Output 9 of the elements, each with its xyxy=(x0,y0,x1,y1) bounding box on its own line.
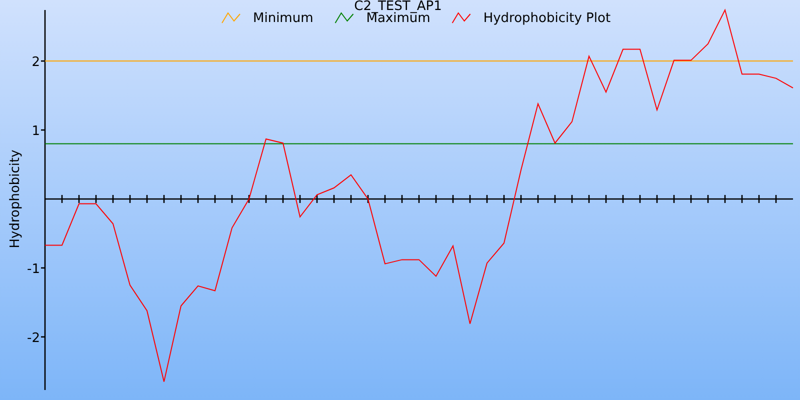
legend-label: Minimum xyxy=(253,11,314,26)
axis-tick-label: -1 xyxy=(27,262,40,277)
legend-label: Hydrophobicity Plot xyxy=(483,11,611,26)
axis-tick-label: 2 xyxy=(32,55,40,70)
axis-tick-label: 1 xyxy=(32,124,40,139)
chart-title: C2_TEST_AP1 xyxy=(354,0,442,14)
y-axis-title: Hydrophobicity xyxy=(8,150,23,248)
axis-tick-label: -2 xyxy=(27,330,40,346)
legend-label: Maximum xyxy=(366,11,430,26)
